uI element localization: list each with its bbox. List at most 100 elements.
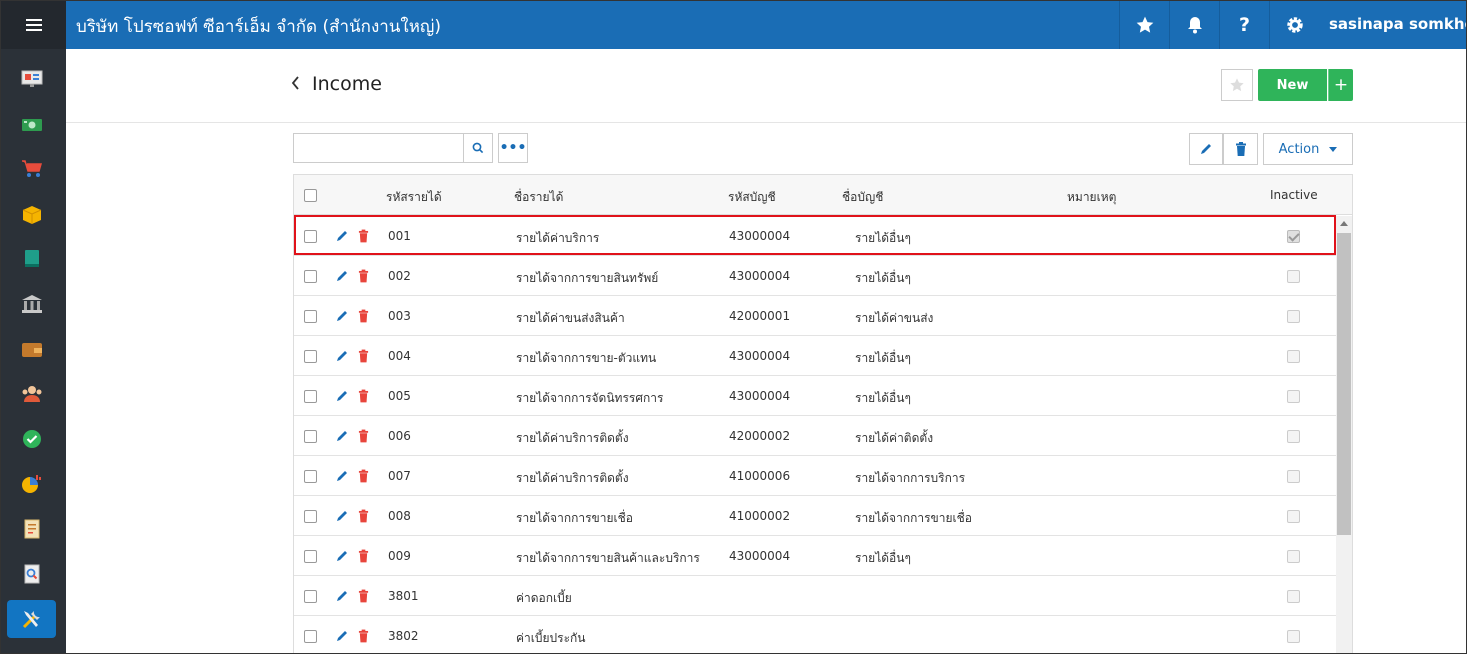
bulk-delete-button[interactable]	[1223, 133, 1258, 165]
edit-icon[interactable]	[335, 629, 349, 646]
inactive-checkbox	[1287, 470, 1300, 483]
star-icon[interactable]	[1119, 1, 1169, 49]
inactive-checkbox	[1287, 510, 1300, 523]
row-checkbox[interactable]	[304, 310, 317, 323]
gear-icon[interactable]	[1269, 1, 1319, 49]
table-row[interactable]: 007 รายได้ค่าบริการติดตั้ง 41000006 รายไ…	[294, 456, 1336, 496]
edit-icon[interactable]	[335, 469, 349, 486]
back-chevron-icon[interactable]	[290, 75, 300, 95]
table-row[interactable]: 002 รายได้จากการขายสินทรัพย์ 43000004 รา…	[294, 256, 1336, 296]
tools-icon[interactable]	[7, 600, 56, 638]
delete-icon[interactable]	[358, 629, 369, 646]
vertical-scrollbar[interactable]	[1336, 216, 1352, 653]
delete-icon[interactable]	[358, 429, 369, 446]
row-checkbox[interactable]	[304, 390, 317, 403]
bulk-edit-button[interactable]	[1189, 133, 1223, 165]
wallet-icon[interactable]	[20, 338, 44, 360]
inactive-checkbox	[1287, 310, 1300, 323]
search-doc-icon[interactable]	[20, 563, 44, 585]
column-header[interactable]: Inactive	[1270, 188, 1318, 202]
income-name: รายได้ค่าบริการติดตั้ง	[516, 431, 629, 445]
edit-icon[interactable]	[335, 549, 349, 566]
search-input[interactable]	[293, 133, 464, 163]
row-checkbox[interactable]	[304, 510, 317, 523]
income-code: 006	[388, 429, 411, 443]
table-row[interactable]: 004 รายได้จากการขาย-ตัวแทน 43000004 รายไ…	[294, 336, 1336, 376]
row-checkbox[interactable]	[304, 470, 317, 483]
row-checkbox[interactable]	[304, 350, 317, 363]
column-header[interactable]: รหัสรายได้	[386, 188, 442, 207]
edit-icon[interactable]	[335, 269, 349, 286]
account-code: 43000004	[729, 229, 791, 243]
check-icon[interactable]	[20, 428, 44, 450]
bell-icon[interactable]	[1169, 1, 1219, 49]
delete-icon[interactable]	[358, 269, 369, 286]
delete-icon[interactable]	[358, 509, 369, 526]
row-checkbox[interactable]	[304, 270, 317, 283]
row-checkbox[interactable]	[304, 230, 317, 243]
row-checkbox[interactable]	[304, 550, 317, 563]
new-button[interactable]: New	[1258, 69, 1327, 101]
account-code: 41000006	[729, 469, 791, 483]
star-outline-icon	[1230, 78, 1244, 92]
search-icon	[472, 142, 484, 154]
user-menu[interactable]: sasinapa somkho...	[1329, 15, 1466, 33]
select-all-checkbox[interactable]	[304, 189, 317, 202]
account-name: รายได้จากการขายเชื่อ	[855, 511, 972, 525]
inactive-checkbox	[1287, 590, 1300, 603]
column-header[interactable]: ชื่อบัญชี	[842, 188, 883, 207]
bank-icon[interactable]	[20, 293, 44, 315]
inactive-checkbox	[1287, 550, 1300, 563]
column-header[interactable]: ชื่อรายได้	[514, 188, 563, 207]
search-button[interactable]	[463, 133, 493, 163]
table-row[interactable]: 3801 ค่าดอกเบี้ย	[294, 576, 1336, 616]
table-row[interactable]: 009 รายได้จากการขายสินค้าและบริการ 43000…	[294, 536, 1336, 576]
pie-chart-icon[interactable]	[20, 473, 44, 495]
delete-icon[interactable]	[358, 469, 369, 486]
row-checkbox[interactable]	[304, 630, 317, 643]
edit-icon[interactable]	[335, 429, 349, 446]
table-row[interactable]: 3802 ค่าเบี้ยประกัน	[294, 616, 1336, 653]
cart-icon[interactable]	[20, 158, 44, 180]
account-code: 42000002	[729, 429, 791, 443]
delete-icon[interactable]	[358, 389, 369, 406]
income-name: รายได้จากการขายสินค้าและบริการ	[516, 551, 700, 565]
more-options-button[interactable]: •••	[498, 133, 528, 163]
row-checkbox[interactable]	[304, 590, 317, 603]
column-header[interactable]: รหัสบัญชี	[728, 188, 776, 207]
delete-icon[interactable]	[358, 229, 369, 246]
box-icon[interactable]	[20, 204, 44, 226]
new-dropdown-button[interactable]: +	[1328, 69, 1353, 101]
action-dropdown[interactable]: Action	[1263, 133, 1353, 165]
income-name: รายได้ค่าขนส่งสินค้า	[516, 311, 625, 325]
table-row[interactable]: 003 รายได้ค่าขนส่งสินค้า 42000001 รายได้…	[294, 296, 1336, 336]
delete-icon[interactable]	[358, 549, 369, 566]
row-checkbox[interactable]	[304, 430, 317, 443]
edit-icon[interactable]	[335, 349, 349, 366]
column-header[interactable]: หมายเหตุ	[1067, 188, 1116, 207]
money-icon[interactable]	[20, 114, 44, 136]
table-row[interactable]: 008 รายได้จากการขายเชื่อ 41000002 รายได้…	[294, 496, 1336, 536]
favorite-button[interactable]	[1221, 69, 1253, 101]
delete-icon[interactable]	[358, 349, 369, 366]
book-icon[interactable]	[20, 248, 44, 270]
report-icon[interactable]	[20, 518, 44, 540]
edit-icon[interactable]	[335, 589, 349, 606]
table-row[interactable]: 001 รายได้ค่าบริการ 43000004 รายได้อื่นๆ	[294, 216, 1336, 256]
edit-icon[interactable]	[335, 309, 349, 326]
table-row[interactable]: 005 รายได้จากการจัดนิทรรศการ 43000004 รา…	[294, 376, 1336, 416]
scroll-up-icon[interactable]	[1340, 221, 1348, 226]
delete-icon[interactable]	[358, 309, 369, 326]
delete-icon[interactable]	[358, 589, 369, 606]
inactive-checkbox	[1287, 630, 1300, 643]
edit-icon[interactable]	[335, 389, 349, 406]
people-icon[interactable]	[20, 383, 44, 405]
dashboard-icon[interactable]	[20, 68, 44, 90]
edit-icon[interactable]	[335, 509, 349, 526]
income-code: 004	[388, 349, 411, 363]
menu-icon[interactable]	[1, 1, 66, 49]
edit-icon[interactable]	[335, 229, 349, 246]
scrollbar-thumb[interactable]	[1337, 233, 1351, 535]
help-icon[interactable]: ?	[1219, 1, 1269, 49]
table-row[interactable]: 006 รายได้ค่าบริการติดตั้ง 42000002 รายไ…	[294, 416, 1336, 456]
